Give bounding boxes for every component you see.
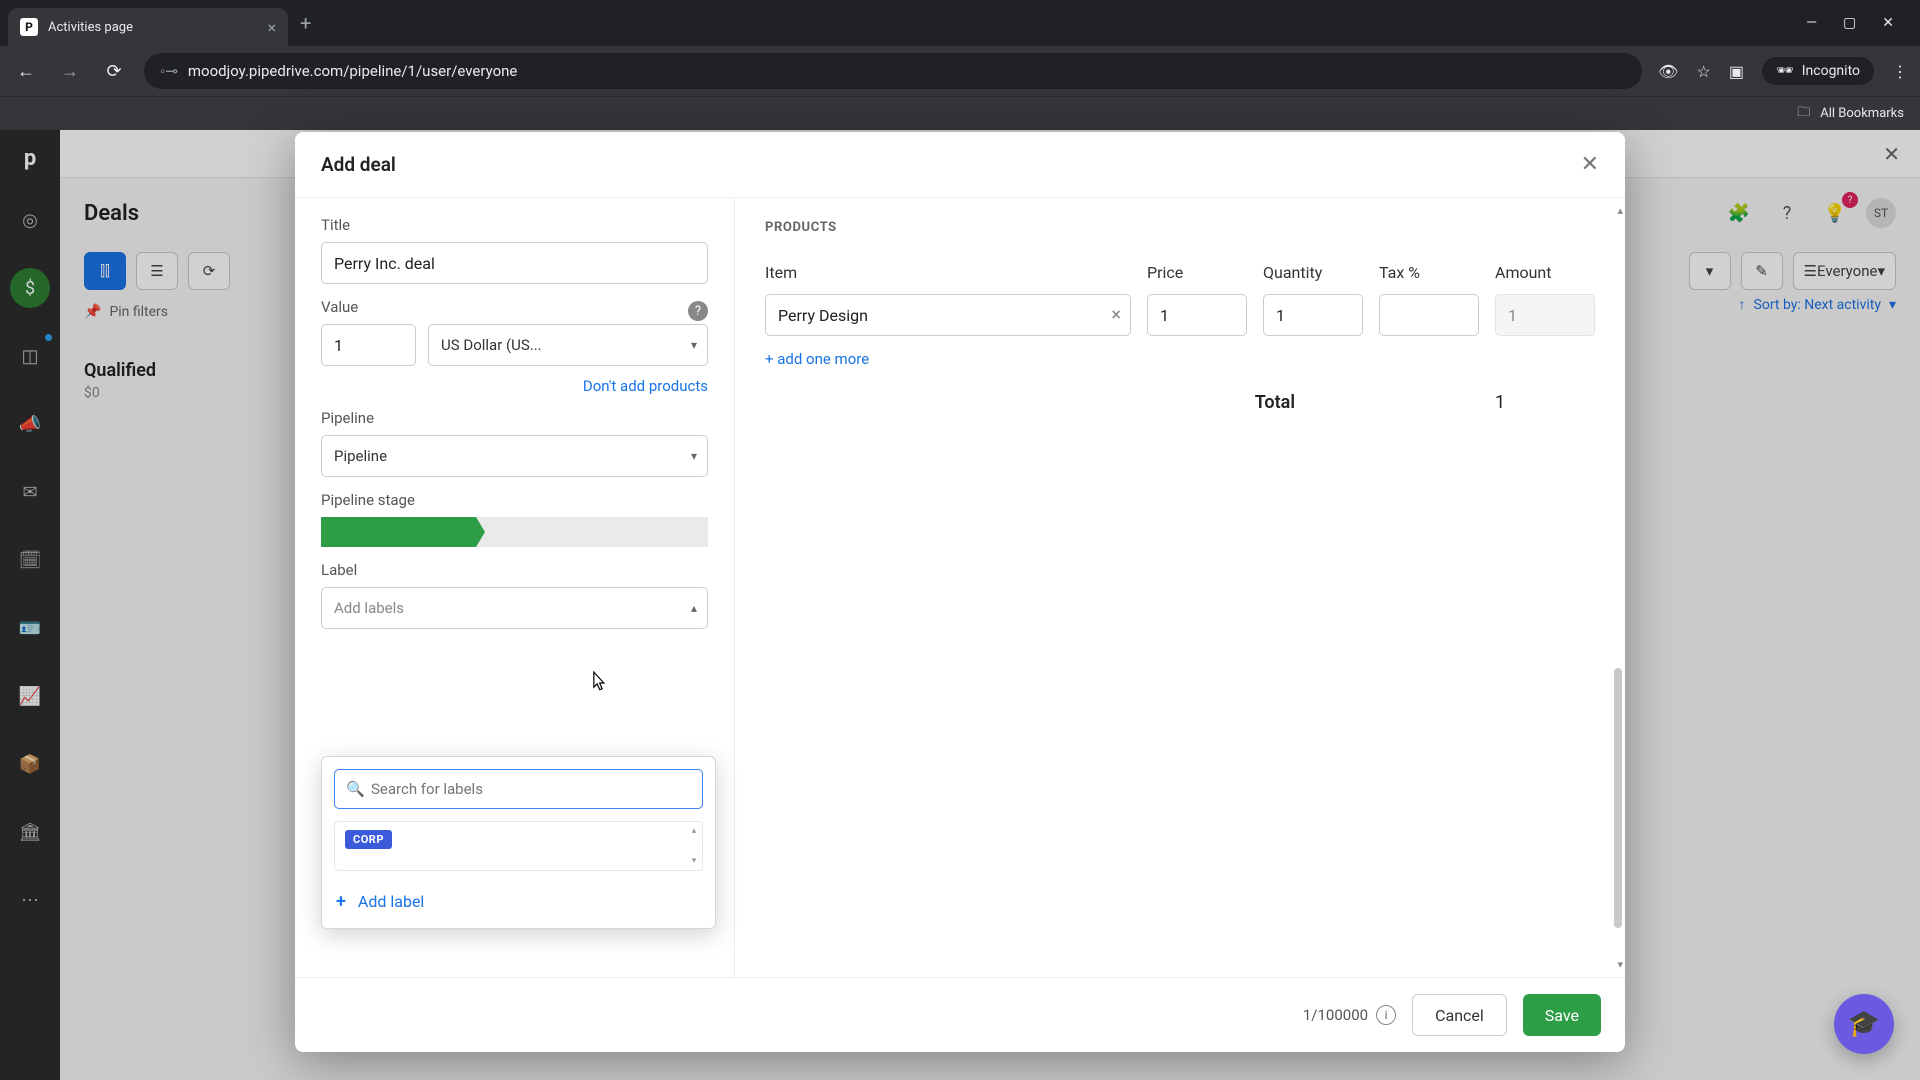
incognito-icon: 🕶 [1776, 63, 1794, 79]
stage-segment[interactable] [398, 517, 475, 547]
plus-icon: + [336, 891, 346, 912]
cancel-button[interactable]: Cancel [1412, 994, 1507, 1036]
value-label: Value [321, 298, 358, 316]
pipeline-select[interactable]: Pipeline ▾ [321, 435, 708, 477]
modal-left-column: Title Value ? US Dollar (US... ▾ Don't a… [295, 198, 735, 977]
back-icon[interactable]: ← [12, 61, 40, 82]
total-amount: 1 [1495, 392, 1595, 413]
maximize-icon[interactable]: ▢ [1843, 15, 1856, 31]
scroll-down-icon[interactable]: ▾ [1617, 958, 1623, 971]
tab-close-icon[interactable]: × [267, 18, 276, 37]
forward-icon[interactable]: → [56, 61, 84, 82]
save-button[interactable]: Save [1523, 994, 1601, 1036]
incognito-badge[interactable]: 🕶 Incognito [1762, 57, 1874, 85]
site-info-icon[interactable]: ◦⊸ [160, 62, 178, 80]
panel-icon[interactable]: ▣ [1729, 62, 1744, 81]
label-chip-corp[interactable]: CORP [345, 830, 392, 849]
chevron-down-icon: ▾ [691, 449, 697, 463]
modal-scrollbar[interactable]: ▴ ▾ [1609, 198, 1625, 977]
incognito-label: Incognito [1802, 63, 1860, 79]
browser-tab[interactable]: P Activities page × [8, 8, 288, 46]
product-qty-input[interactable] [1263, 294, 1363, 336]
tab-favicon: P [20, 18, 38, 36]
add-deal-modal: Add deal ✕ Title Value ? US Dollar (US..… [295, 132, 1625, 1052]
col-qty: Quantity [1263, 263, 1363, 282]
pipeline-stage-selector[interactable] [321, 517, 708, 547]
col-amount: Amount [1495, 263, 1595, 282]
dont-add-products-link[interactable]: Don't add products [583, 377, 708, 395]
all-bookmarks-link[interactable]: All Bookmarks [1820, 106, 1904, 121]
product-amount-output [1495, 294, 1595, 336]
value-help-icon[interactable]: ? [688, 301, 708, 321]
col-tax: Tax % [1379, 263, 1479, 282]
products-section-header: PRODUCTS [765, 220, 1595, 235]
stage-segment[interactable] [321, 517, 398, 547]
total-label: Total [1255, 392, 1295, 413]
address-bar[interactable]: ◦⊸ moodjoy.pipedrive.com/pipeline/1/user… [144, 53, 1642, 89]
col-price: Price [1147, 263, 1247, 282]
search-icon: 🔍 [346, 780, 365, 798]
label-field-label: Label [321, 561, 708, 579]
scroll-up-icon[interactable]: ▴ [1617, 204, 1623, 217]
info-icon[interactable]: i [1376, 1005, 1396, 1025]
add-one-more-link[interactable]: + add one more [765, 350, 1595, 368]
label-select[interactable]: Add labels ▴ [321, 587, 708, 629]
url-text: moodjoy.pipedrive.com/pipeline/1/user/ev… [188, 62, 518, 80]
tab-title: Activities page [48, 20, 257, 35]
product-item-input[interactable] [765, 294, 1131, 336]
stage-segment[interactable] [631, 517, 708, 547]
help-fab-icon[interactable]: 🎓 [1834, 994, 1894, 1054]
title-label: Title [321, 216, 708, 234]
stage-segment[interactable] [476, 517, 553, 547]
new-tab-button[interactable]: + [300, 11, 311, 35]
window-controls: — ▢ ✕ [1806, 15, 1912, 31]
modal-title: Add deal [321, 153, 396, 176]
mini-scrollbar[interactable]: ▴▾ [688, 826, 700, 866]
add-label-button[interactable]: + Add label [334, 887, 703, 916]
close-window-icon[interactable]: ✕ [1882, 15, 1894, 31]
chevron-down-icon: ▾ [691, 338, 697, 352]
counter-text: 1/100000 [1303, 1006, 1368, 1024]
bookmarks-bar: 🗀 All Bookmarks [0, 96, 1920, 130]
label-search-input[interactable] [334, 769, 703, 809]
bookmarks-folder-icon[interactable]: 🗀 [1797, 103, 1810, 125]
label-options-list[interactable]: CORP ▴▾ [334, 821, 703, 871]
bookmark-star-icon[interactable]: ☆ [1696, 62, 1710, 81]
browser-chrome: P Activities page × + — ▢ ✕ ← → ⟳ ◦⊸ moo… [0, 0, 1920, 130]
product-row: × [765, 294, 1595, 336]
modal-right-column: PRODUCTS Item Price Quantity Tax % Amoun… [735, 198, 1625, 977]
product-price-input[interactable] [1147, 294, 1247, 336]
pipeline-label: Pipeline [321, 409, 708, 427]
minimize-icon[interactable]: — [1806, 15, 1817, 31]
tab-bar: P Activities page × + — ▢ ✕ [0, 0, 1920, 46]
label-dropdown: 🔍 CORP ▴▾ + Add label [321, 756, 716, 929]
deal-title-input[interactable] [321, 242, 708, 284]
stage-label: Pipeline stage [321, 491, 708, 509]
address-row: ← → ⟳ ◦⊸ moodjoy.pipedrive.com/pipeline/… [0, 46, 1920, 96]
reload-icon[interactable]: ⟳ [100, 61, 128, 82]
modal-close-icon[interactable]: ✕ [1581, 152, 1599, 177]
clear-item-icon[interactable]: × [1111, 305, 1121, 326]
col-item: Item [765, 263, 1131, 282]
stage-segment[interactable] [553, 517, 630, 547]
more-menu-icon[interactable]: ⋮ [1892, 62, 1908, 81]
currency-select[interactable]: US Dollar (US... ▾ [428, 324, 708, 366]
scroll-thumb[interactable] [1614, 668, 1622, 928]
eye-off-icon[interactable]: 👁 [1658, 62, 1678, 81]
value-amount-input[interactable] [321, 324, 416, 366]
caret-up-icon: ▴ [691, 601, 697, 615]
product-tax-input[interactable] [1379, 294, 1479, 336]
